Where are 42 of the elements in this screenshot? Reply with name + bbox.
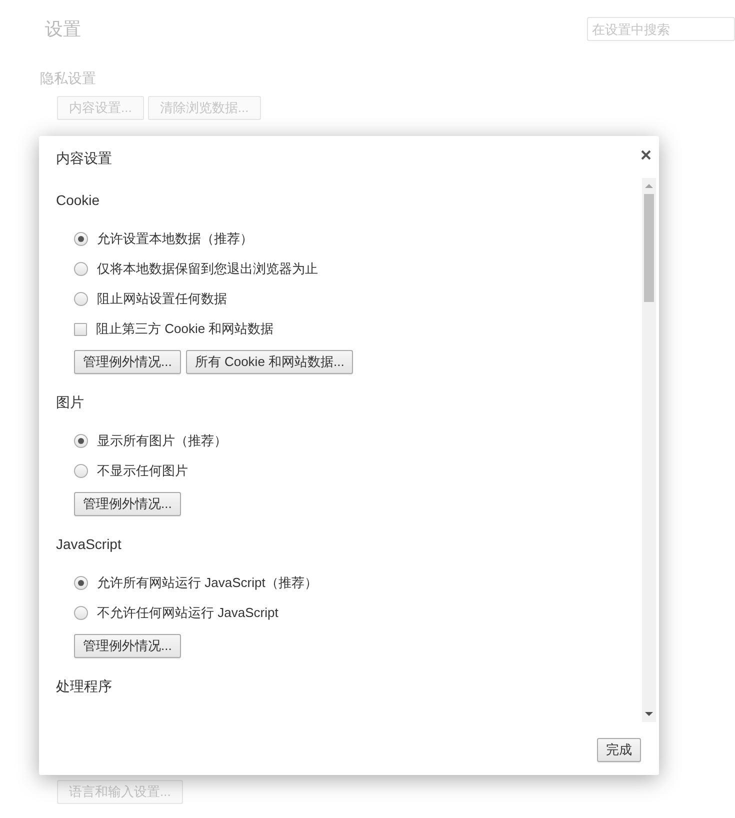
close-icon[interactable] — [641, 150, 651, 160]
done-button[interactable]: 完成 — [597, 738, 641, 762]
checkbox-option[interactable]: 阻止第三方 Cookie 和网站数据 — [56, 314, 642, 344]
radio-option[interactable]: 不显示任何图片 — [56, 456, 642, 486]
option-label: 不显示任何图片 — [97, 462, 188, 480]
option-label: 允许设置本地数据（推荐） — [97, 230, 253, 248]
scrollbar-thumb[interactable] — [644, 194, 654, 302]
radio-option[interactable]: 显示所有图片（推荐） — [56, 426, 642, 456]
settings-button[interactable]: 管理例外情况... — [74, 350, 181, 374]
section-heading: 图片 — [56, 394, 85, 412]
scroll-up-icon[interactable] — [645, 183, 653, 189]
radio-option[interactable]: 阻止网站设置任何数据 — [56, 284, 642, 314]
option-label: 显示所有图片（推荐） — [97, 432, 227, 450]
page-title: 设置 — [45, 18, 81, 41]
option-label: 阻止第三方 Cookie 和网站数据 — [96, 320, 274, 338]
scrollbar[interactable] — [642, 178, 656, 722]
radio-button[interactable] — [74, 292, 88, 306]
radio-button[interactable] — [74, 606, 88, 620]
option-label: 仅将本地数据保留到您退出浏览器为止 — [97, 260, 318, 278]
option-label: 阻止网站设置任何数据 — [97, 290, 227, 308]
radio-option[interactable]: 仅将本地数据保留到您退出浏览器为止 — [56, 254, 642, 284]
option-label: 允许所有网站运行 JavaScript（推荐） — [97, 574, 318, 592]
settings-button[interactable]: 所有 Cookie 和网站数据... — [186, 350, 354, 374]
radio-option[interactable]: 允许所有网站运行 JavaScript（推荐） — [56, 568, 642, 598]
settings-button[interactable]: 管理例外情况... — [74, 492, 181, 516]
search-field[interactable]: 在设置中搜索 — [587, 17, 735, 41]
section-heading: JavaScript — [56, 536, 122, 554]
radio-button[interactable] — [74, 576, 88, 590]
section-heading: Cookie — [56, 192, 101, 210]
section-heading: 处理程序 — [56, 678, 113, 696]
checkbox[interactable] — [74, 322, 87, 336]
radio-option[interactable]: 允许设置本地数据（推荐） — [56, 224, 642, 254]
radio-option[interactable]: 不允许任何网站运行 JavaScript — [56, 598, 642, 628]
radio-button[interactable] — [74, 434, 88, 448]
option-label: 不允许任何网站运行 JavaScript — [97, 604, 278, 622]
settings-button[interactable]: 管理例外情况... — [74, 634, 181, 658]
radio-button[interactable] — [74, 464, 88, 478]
radio-button[interactable] — [74, 232, 88, 246]
radio-button[interactable] — [74, 262, 88, 276]
scroll-down-icon[interactable] — [645, 711, 653, 717]
section-title: 隐私设置 — [40, 70, 97, 88]
dialog-title: 内容设置 — [56, 150, 112, 168]
